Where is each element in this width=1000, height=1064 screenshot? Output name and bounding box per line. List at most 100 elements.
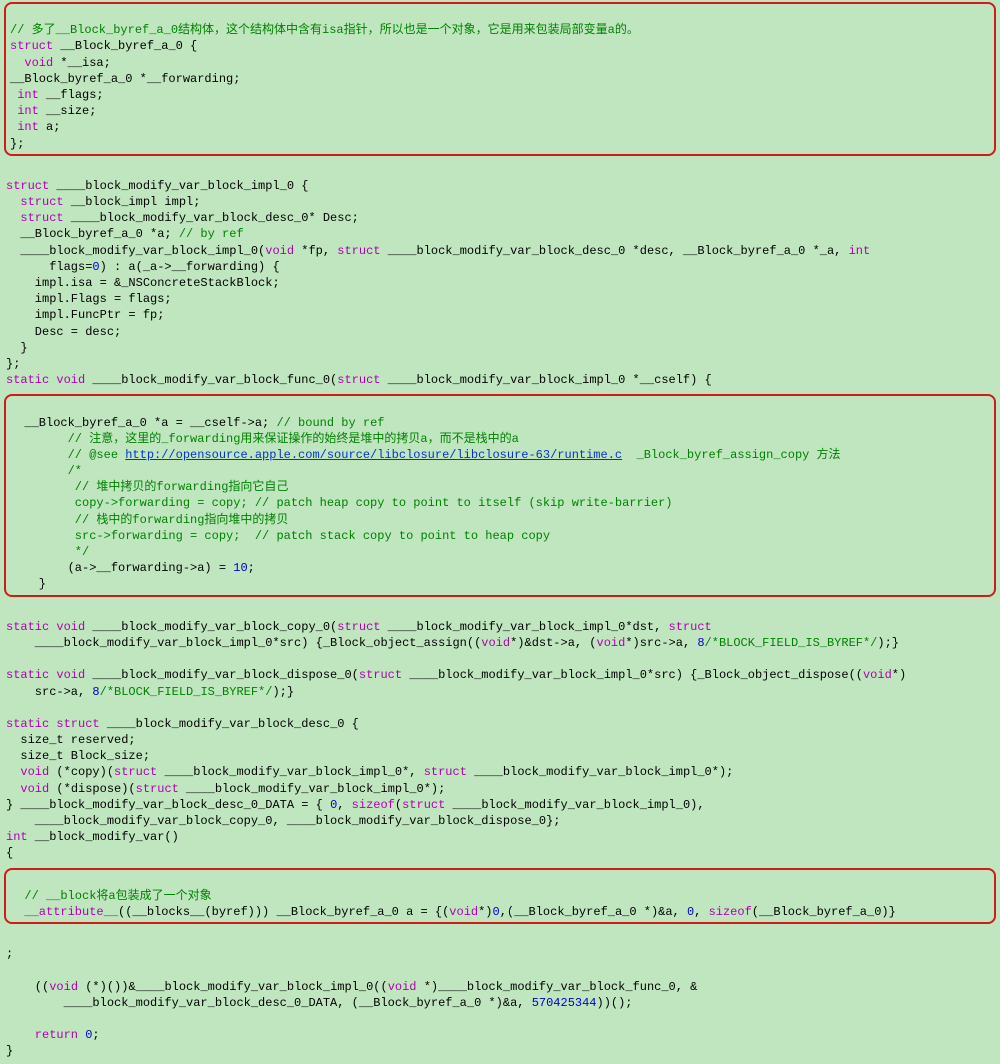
number-literal: 0 [92, 260, 99, 274]
keyword-struct: struct [6, 179, 49, 193]
code-text: , [337, 798, 351, 812]
code-text: ; [92, 1028, 99, 1042]
code-text: (*copy)( [49, 765, 114, 779]
comment: _Block_byref_assign_copy 方法 [622, 448, 840, 462]
code-text: *fp, [294, 244, 337, 258]
keyword-struct: struct [359, 668, 402, 682]
code-text: __size; [39, 104, 97, 118]
comment: // 注意，这里的_forwarding用来保证操作的始终是堆中的拷贝a，而不是… [10, 432, 519, 446]
code-text: }; [10, 137, 24, 151]
keyword-attribute: __attribute__ [10, 905, 118, 919]
code-text: __block_modify_var() [28, 830, 179, 844]
keyword-struct: struct [136, 782, 179, 796]
code-text: *__isa; [53, 56, 111, 70]
keyword-static-struct: static struct [6, 717, 100, 731]
code-text: ( [395, 798, 402, 812]
keyword-int: int [10, 88, 39, 102]
code-text: src->a, [6, 685, 92, 699]
number-literal: 10 [233, 561, 247, 575]
comment: src->forwarding = copy; // patch stack c… [10, 529, 550, 543]
code-text: __Block_byref_a_0 *a; [6, 227, 179, 241]
code-text: __flags; [39, 88, 104, 102]
code-text: ____block_modify_var_block_impl_0*); [179, 782, 445, 796]
number-literal: 0 [687, 905, 694, 919]
code-text: ____block_modify_var_block_impl_0*src) {… [6, 636, 481, 650]
code-text: ))(); [597, 996, 633, 1010]
code-text: *) [478, 905, 492, 919]
keyword-struct: struct [10, 39, 53, 53]
number-literal: 570425344 [532, 996, 597, 1010]
code-text: ; [248, 561, 255, 575]
keyword-void: void [481, 636, 510, 650]
code-text: *)____block_modify_var_block_func_0, & [417, 980, 698, 994]
code-block-helpers: static void ____block_modify_var_block_c… [0, 599, 1000, 866]
keyword-struct: struct [402, 798, 445, 812]
code-text: ____block_modify_var_block_impl_0*, [157, 765, 423, 779]
code-block-impl-struct: struct ____block_modify_var_block_impl_0… [0, 158, 1000, 393]
keyword-void: void [6, 765, 49, 779]
code-text: ____block_modify_var_block_copy_0, ____b… [6, 814, 561, 828]
code-text: *)&dst->a, ( [510, 636, 596, 650]
code-text: , [694, 905, 708, 919]
comment: /*BLOCK_FIELD_IS_BYREF*/ [100, 685, 273, 699]
keyword-struct: struct [114, 765, 157, 779]
code-text: { [6, 846, 13, 860]
comment: /* [10, 464, 82, 478]
number-literal: 8 [92, 685, 99, 699]
code-text: } ____block_modify_var_block_desc_0_DATA… [6, 798, 330, 812]
code-text: ____block_modify_var_block_impl_0), [445, 798, 704, 812]
code-text: ____block_modify_var_block_impl_0( [6, 244, 265, 258]
code-text: ____block_modify_var_block_impl_0 *__cse… [380, 373, 711, 387]
code-text: ____block_modify_var_block_desc_0 *desc,… [381, 244, 849, 258]
code-text: );} [272, 685, 294, 699]
code-text: } [10, 577, 46, 591]
keyword-int: int [10, 104, 39, 118]
number-literal: 8 [697, 636, 704, 650]
code-text: impl.Flags = flags; [6, 292, 172, 306]
code-text: impl.FuncPtr = fp; [6, 308, 164, 322]
keyword-void: void [10, 56, 53, 70]
code-text: ____block_modify_var_block_dispose_0( [85, 668, 359, 682]
code-text: (__Block_byref_a_0)} [752, 905, 896, 919]
code-text: impl.isa = &_NSConcreteStackBlock; [6, 276, 280, 290]
code-text: ) : a(_a->__forwarding) { [100, 260, 280, 274]
keyword-static-void: static void [6, 620, 85, 634]
code-text: __block_impl impl; [64, 195, 201, 209]
number-literal: 0 [85, 1028, 92, 1042]
comment: // 栈中的forwarding指向堆中的拷贝 [10, 513, 288, 527]
keyword-struct: struct [6, 195, 64, 209]
comment: /*BLOCK_FIELD_IS_BYREF*/ [705, 636, 878, 650]
keyword-static-void: static void [6, 668, 85, 682]
source-link[interactable]: http://opensource.apple.com/source/libcl… [125, 448, 622, 462]
code-text: flags= [6, 260, 92, 274]
code-text: ____block_modify_var_block_impl_0*); [467, 765, 733, 779]
keyword-struct: struct [6, 211, 64, 225]
comment: // by ref [179, 227, 244, 241]
code-text: ____block_modify_var_block_desc_0 { [100, 717, 359, 731]
keyword-struct: struct [669, 620, 712, 634]
comment: */ [10, 545, 89, 559]
highlight-box-struct-byref: // 多了__Block_byref_a_0结构体，这个结构体中含有isa指针，… [4, 2, 996, 156]
code-text: ,(__Block_byref_a_0 *)&a, [500, 905, 687, 919]
code-text: } [6, 1044, 13, 1058]
code-text: ____block_modify_var_block_impl_0 { [49, 179, 308, 193]
keyword-void: void [449, 905, 478, 919]
keyword-struct: struct [337, 244, 380, 258]
code-text: *) [892, 668, 906, 682]
code-text: ____block_modify_var_block_impl_0*src) {… [402, 668, 863, 682]
code-text: ((__blocks__(byref))) __Block_byref_a_0 … [118, 905, 449, 919]
keyword-int: int [849, 244, 871, 258]
code-text: ____block_modify_var_block_impl_0*dst, [380, 620, 668, 634]
keyword-void: void [597, 636, 626, 650]
code-text: (*dispose)( [49, 782, 135, 796]
code-text: Desc = desc; [6, 325, 121, 339]
comment: // __block将a包装成了一个对象 [10, 889, 212, 903]
code-text: __Block_byref_a_0 *a = __cself->a; [10, 416, 276, 430]
code-text: ____block_modify_var_block_copy_0( [85, 620, 337, 634]
keyword-struct: struct [337, 373, 380, 387]
comment: // 堆中拷贝的forwarding指向它自己 [10, 480, 288, 494]
highlight-box-attribute: // __block将a包装成了一个对象 __attribute__((__bl… [4, 868, 996, 925]
keyword-sizeof: sizeof [352, 798, 395, 812]
code-text: );} [877, 636, 899, 650]
code-text: a; [39, 120, 61, 134]
